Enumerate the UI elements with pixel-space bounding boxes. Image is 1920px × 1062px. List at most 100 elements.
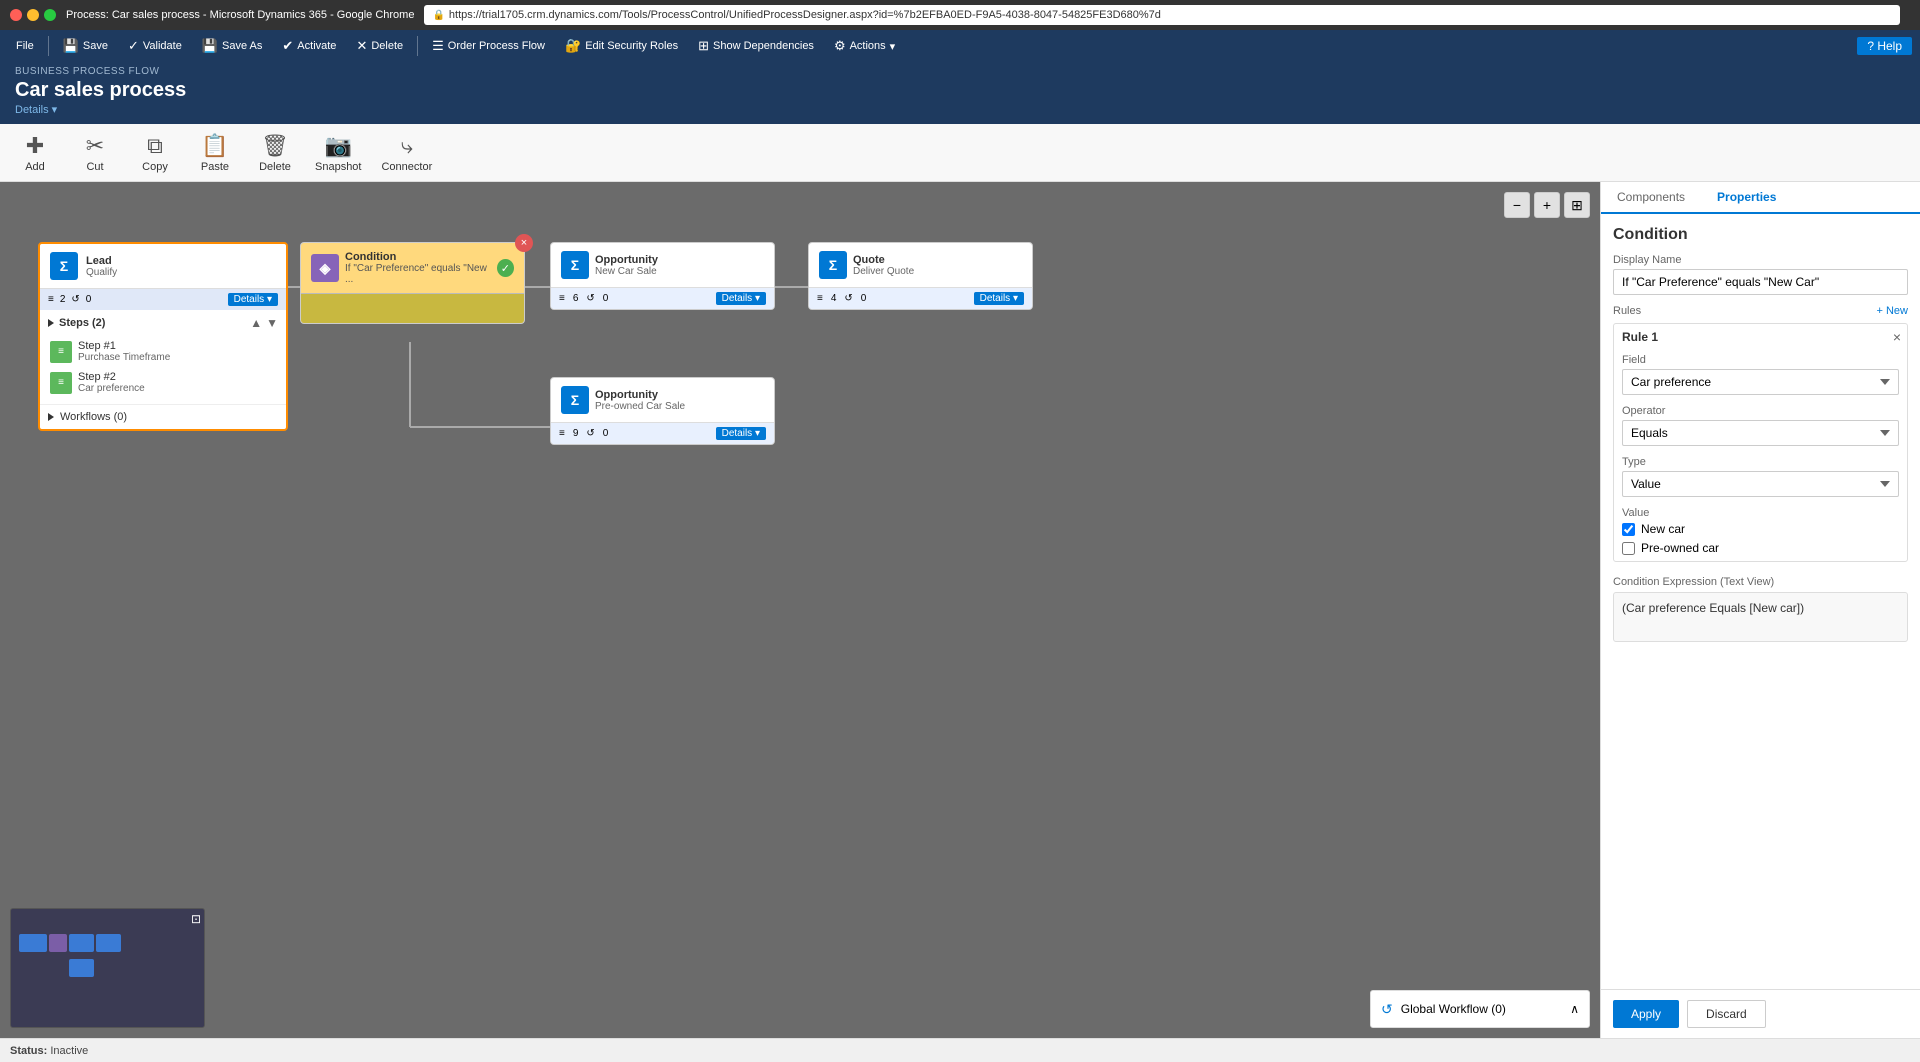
tab-properties[interactable]: Properties (1701, 182, 1792, 214)
new-rule-link[interactable]: + New (1877, 305, 1909, 317)
panel-footer: Apply Discard (1601, 989, 1920, 1038)
value-preowned-car-checkbox[interactable]: Pre-owned car (1622, 541, 1899, 555)
type-select[interactable]: Value (1622, 471, 1899, 497)
fit-button[interactable]: ⊞ (1564, 192, 1590, 218)
operator-select[interactable]: Equals (1622, 420, 1899, 446)
validate-button[interactable]: ✓ Validate (120, 36, 190, 56)
rules-label: Rules (1613, 305, 1641, 317)
steps-header: Steps (2) ▲ ▼ (48, 316, 278, 330)
file-button[interactable]: File (8, 38, 42, 54)
separator-1 (48, 36, 49, 56)
workflows-triangle-icon (48, 413, 54, 421)
quote-subtitle: Deliver Quote (853, 266, 914, 277)
details-link[interactable]: Details ▾ (15, 103, 1905, 116)
opp-new-steps-icon: ≡ (559, 293, 565, 304)
opportunity-new-node[interactable]: Σ Opportunity New Car Sale ≡ 6 ↺ 0 Detai… (550, 242, 775, 310)
connector-toolbar-item[interactable]: ⤷ Connector (381, 133, 432, 173)
mini-lead-node (19, 934, 47, 952)
panel-content: Condition Display Name Rules + New Rule … (1601, 214, 1920, 989)
opp-pre-footer: ≡ 9 ↺ 0 Details ▾ (551, 422, 774, 444)
mini-condition-node (49, 934, 67, 952)
quote-stat1: 4 (831, 293, 837, 304)
delete-button[interactable]: ✕ Delete (348, 36, 411, 56)
global-workflow-expand-icon[interactable]: ∧ (1570, 1002, 1579, 1016)
rule-1-close-button[interactable]: × (1893, 329, 1901, 345)
show-dependencies-button[interactable]: ⊞ Show Dependencies (690, 36, 822, 56)
opp-new-details-button[interactable]: Details ▾ (716, 292, 766, 305)
opp-new-stat2: 0 (603, 293, 609, 304)
new-car-label: New car (1641, 522, 1685, 536)
rule-1-box: Rule 1 × Field Car preference Operator E… (1613, 323, 1908, 562)
quote-footer: ≡ 4 ↺ 0 Details ▾ (809, 287, 1032, 309)
panel-tabs: Components Properties (1601, 182, 1920, 214)
cut-icon: ✂ (86, 133, 104, 159)
lead-stat-steps-icon: ≡ (48, 294, 54, 305)
activate-button[interactable]: ✔ Activate (274, 36, 344, 56)
quote-details-button[interactable]: Details ▾ (974, 292, 1024, 305)
browser-url[interactable]: 🔒 https://trial1705.crm.dynamics.com/Too… (424, 5, 1900, 25)
minimap[interactable]: ⊡ (10, 908, 205, 1028)
opp-pre-subtitle: Pre-owned Car Sale (595, 401, 685, 412)
connector-label: Connector (381, 161, 432, 173)
opp-pre-details-button[interactable]: Details ▾ (716, 427, 766, 440)
delete-icon: ✕ (356, 38, 367, 54)
global-workflow[interactable]: ↺ Global Workflow (0) ∧ (1370, 990, 1590, 1028)
window-controls[interactable] (10, 9, 56, 21)
lead-details-button[interactable]: Details ▾ (228, 293, 278, 306)
help-button[interactable]: ? Help (1857, 37, 1912, 55)
delete-toolbar-item[interactable]: 🗑 Delete (255, 133, 295, 173)
save-as-button[interactable]: 💾 Save As (194, 36, 271, 56)
min-btn[interactable] (27, 9, 39, 21)
cut-toolbar-item[interactable]: ✂ Cut (75, 133, 115, 173)
quote-title: Quote (853, 254, 914, 266)
quote-node[interactable]: Σ Quote Deliver Quote ≡ 4 ↺ 0 Details ▾ (808, 242, 1033, 310)
file-label: File (16, 40, 34, 52)
discard-button[interactable]: Discard (1687, 1000, 1766, 1028)
snapshot-toolbar-item[interactable]: 📷 Snapshot (315, 133, 361, 173)
workflows-section[interactable]: Workflows (0) (40, 404, 286, 429)
copy-toolbar-item[interactable]: ⧉ Copy (135, 133, 175, 173)
quote-stat2: 0 (861, 293, 867, 304)
condition-node[interactable]: × ◈ Condition If "Car Preference" equals… (300, 242, 525, 324)
max-btn[interactable] (44, 9, 56, 21)
lead-qualify-node[interactable]: Σ Lead Qualify ≡ 2 ↺ 0 Details ▾ (38, 242, 288, 431)
actions-button[interactable]: ⚙ Actions ▾ (826, 36, 903, 56)
canvas[interactable]: − + ⊞ Σ Lead Qualify (0, 182, 1600, 1038)
add-toolbar-item[interactable]: ✚ Add (15, 133, 55, 173)
actions-label: Actions (850, 40, 886, 52)
order-process-flow-button[interactable]: ☰ Order Process Flow (424, 36, 553, 56)
condition-expr-value: (Car preference Equals [New car]) (1613, 592, 1908, 642)
opp-new-refresh-icon: ↺ (586, 293, 594, 304)
save-button[interactable]: 💾 Save (55, 36, 116, 56)
condition-icon: ◈ (311, 254, 339, 282)
condition-title: Condition (345, 251, 491, 263)
step-1-item[interactable]: ≡ Step #1 Purchase Timeframe (48, 336, 278, 367)
zoom-in-button[interactable]: + (1534, 192, 1560, 218)
edit-security-roles-button[interactable]: 🔐 Edit Security Roles (557, 36, 686, 56)
save-as-icon: 💾 (202, 38, 218, 54)
field-select[interactable]: Car preference (1622, 369, 1899, 395)
opportunity-preowned-node[interactable]: Σ Opportunity Pre-owned Car Sale ≡ 9 ↺ 0… (550, 377, 775, 445)
delete-toolbar-label: Delete (259, 161, 291, 173)
preowned-car-checkbox-input[interactable] (1622, 542, 1635, 555)
url-text: https://trial1705.crm.dynamics.com/Tools… (449, 9, 1161, 21)
new-car-checkbox-input[interactable] (1622, 523, 1635, 536)
steps-up-button[interactable]: ▲ (250, 316, 262, 330)
opp-new-header: Σ Opportunity New Car Sale (551, 243, 774, 287)
step-2-item[interactable]: ≡ Step #2 Car preference (48, 367, 278, 398)
opp-new-stat1: 6 (573, 293, 579, 304)
close-btn[interactable] (10, 9, 22, 21)
display-name-input[interactable] (1613, 269, 1908, 295)
global-workflow-icon: ↺ (1381, 1001, 1393, 1018)
steps-down-button[interactable]: ▼ (266, 316, 278, 330)
opp-pre-title: Opportunity (595, 389, 685, 401)
condition-close-button[interactable]: × (515, 234, 533, 252)
value-new-car-checkbox[interactable]: New car (1622, 522, 1899, 536)
apply-button[interactable]: Apply (1613, 1000, 1679, 1028)
paste-toolbar-item[interactable]: 📋 Paste (195, 133, 235, 173)
tab-components[interactable]: Components (1601, 182, 1701, 214)
zoom-out-button[interactable]: − (1504, 192, 1530, 218)
operator-label: Operator (1622, 405, 1899, 417)
browser-chrome: Process: Car sales process - Microsoft D… (0, 0, 1920, 30)
breadcrumb: BUSINESS PROCESS FLOW (15, 66, 1905, 77)
